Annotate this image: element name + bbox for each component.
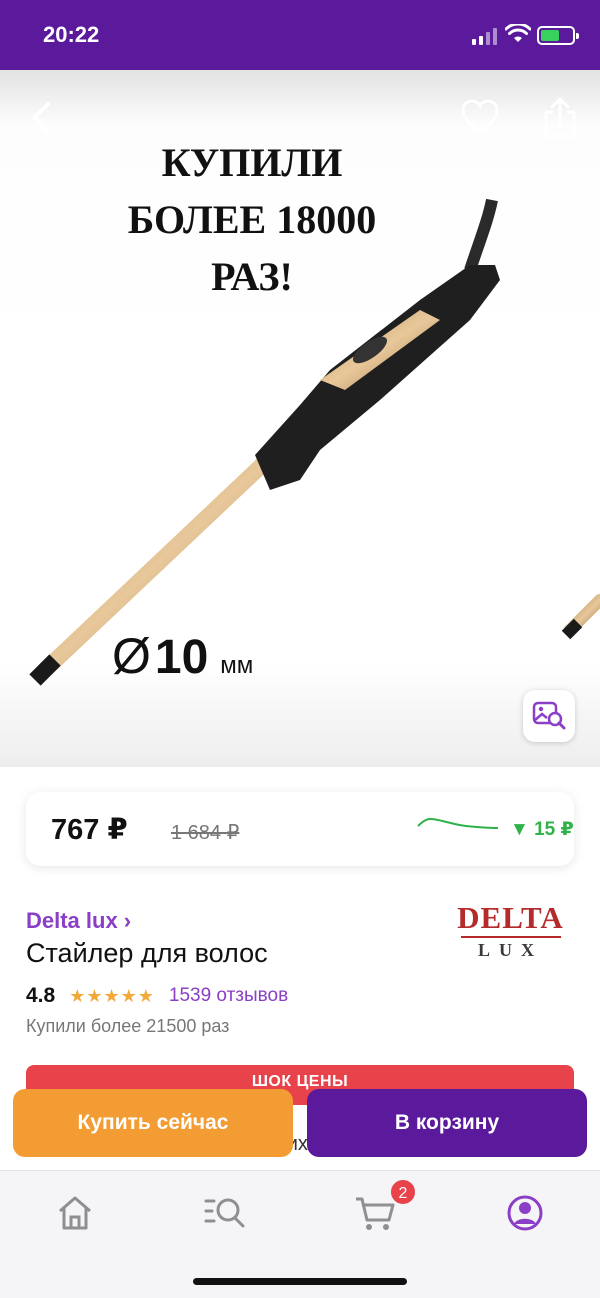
favorite-button[interactable]	[460, 98, 500, 138]
status-bar: 20:22	[0, 0, 600, 70]
promo-text: КУПИЛИ БОЛЕЕ 18000 РАЗ!	[127, 140, 377, 299]
purchase-count: Купили более 21500 раз	[26, 1016, 230, 1036]
home-indicator[interactable]	[193, 1278, 407, 1285]
share-icon	[544, 97, 576, 138]
rating-stars: ★★★★★	[69, 985, 155, 1006]
tab-profile[interactable]	[503, 1191, 547, 1235]
diameter-label: Ø 10 мм	[112, 630, 253, 685]
heart-icon	[461, 99, 499, 134]
chevron-left-icon	[32, 102, 50, 134]
brand-link[interactable]: Delta lux ›	[26, 908, 131, 934]
product-image-gallery[interactable]: КУПИЛИ БОЛЕЕ 18000 РАЗ! Ø 10 мм	[0, 70, 600, 767]
buy-now-button[interactable]: Купить сейчас	[13, 1089, 293, 1157]
status-time: 20:22	[43, 22, 100, 47]
diameter-value: 10	[154, 631, 209, 684]
tab-catalog[interactable]	[203, 1191, 247, 1235]
rating-value: 4.8	[26, 984, 56, 1007]
home-icon	[59, 1196, 91, 1230]
wifi-icon	[505, 24, 531, 42]
price-card[interactable]: 767 ₽ 1 684 ₽ ▼ 15 ₽	[26, 792, 574, 866]
cellular-signal-icon	[472, 27, 498, 45]
diameter-unit: мм	[220, 652, 254, 679]
catalog-search-icon	[204, 1198, 245, 1228]
price-drop-badge: ▼ 15 ₽	[510, 819, 574, 840]
rating-row[interactable]: 4.8 ★★★★★ 1539 отзывов	[26, 984, 288, 1008]
battery-icon	[537, 26, 579, 45]
cart-count-badge: 2	[389, 1178, 417, 1206]
profile-icon	[507, 1195, 543, 1231]
back-button[interactable]	[22, 98, 62, 138]
reviews-link[interactable]: 1539 отзывов	[169, 985, 288, 1007]
brand-logo[interactable]: DELTA LUX	[443, 902, 578, 966]
add-to-cart-button[interactable]: В корзину	[307, 1089, 587, 1157]
share-button[interactable]	[540, 96, 580, 140]
price-history-sparkline[interactable]	[416, 810, 500, 850]
diameter-symbol: Ø	[112, 628, 151, 684]
product-title: Стайлер для волос	[26, 938, 268, 968]
visual-search-button[interactable]	[523, 690, 575, 742]
old-price: 1 684 ₽	[171, 822, 240, 844]
image-search-icon	[532, 701, 566, 730]
tab-home[interactable]	[53, 1191, 97, 1235]
current-price: 767 ₽	[51, 814, 128, 846]
